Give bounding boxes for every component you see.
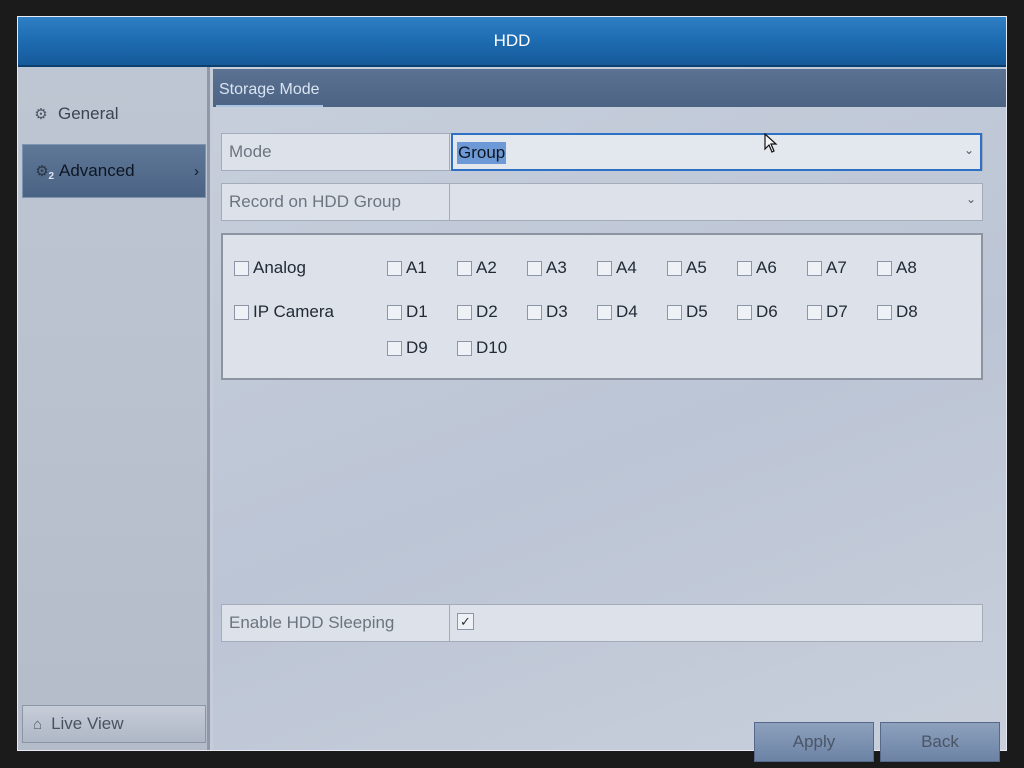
channel-D1-checkbox[interactable]: D1 bbox=[387, 302, 428, 322]
gear-icon: ⚙ bbox=[34, 106, 48, 123]
channel-A1-checkbox[interactable]: A1 bbox=[387, 258, 427, 278]
channel-D3-checkbox[interactable]: D3 bbox=[527, 302, 568, 322]
channel-label: A3 bbox=[546, 258, 567, 277]
tab-strip: Storage Mode bbox=[213, 69, 1006, 107]
window-title: HDD bbox=[18, 17, 1006, 67]
channel-label: A7 bbox=[826, 258, 847, 277]
checkbox-box bbox=[807, 304, 822, 320]
record-group-select[interactable]: ⌄ bbox=[451, 184, 982, 220]
channel-D4-checkbox[interactable]: D4 bbox=[597, 302, 638, 322]
chevron-down-icon: ⌄ bbox=[963, 143, 974, 157]
sleeping-field: ✓ bbox=[451, 605, 982, 641]
channel-selection-box: Analog A1 A2 A3 A4 A5 A6 A7 A8 IP Camera… bbox=[221, 233, 983, 380]
sidebar-item-label: General bbox=[58, 104, 119, 123]
checkbox-box bbox=[457, 304, 472, 320]
channel-label: D6 bbox=[756, 302, 778, 321]
sidebar-item-advanced[interactable]: ⚙ 2 Advanced › bbox=[22, 144, 206, 198]
record-group-label: Record on HDD Group bbox=[222, 184, 450, 220]
channel-label: D9 bbox=[406, 338, 428, 357]
ip-camera-label: IP Camera bbox=[253, 302, 334, 321]
advanced-badge: 2 bbox=[48, 171, 54, 182]
channel-A3-checkbox[interactable]: A3 bbox=[527, 258, 567, 278]
checkbox-box bbox=[234, 304, 249, 320]
back-button[interactable]: Back bbox=[880, 722, 1000, 762]
checkbox-box bbox=[597, 260, 612, 276]
channel-A8-checkbox[interactable]: A8 bbox=[877, 258, 917, 278]
channel-label: D7 bbox=[826, 302, 848, 321]
apply-button[interactable]: Apply bbox=[754, 722, 874, 762]
sleeping-row: Enable HDD Sleeping ✓ bbox=[221, 604, 983, 642]
channel-A6-checkbox[interactable]: A6 bbox=[737, 258, 777, 278]
channel-D6-checkbox[interactable]: D6 bbox=[737, 302, 778, 322]
channel-D9-checkbox[interactable]: D9 bbox=[387, 338, 428, 358]
channel-label: D2 bbox=[476, 302, 498, 321]
checkbox-box bbox=[387, 304, 402, 320]
mode-row: Mode Group ⌄ bbox=[221, 133, 983, 171]
checkbox-box bbox=[667, 260, 682, 276]
channel-label: A2 bbox=[476, 258, 497, 277]
channel-label: D5 bbox=[686, 302, 708, 321]
channel-label: A1 bbox=[406, 258, 427, 277]
channel-A4-checkbox[interactable]: A4 bbox=[597, 258, 637, 278]
channel-label: D10 bbox=[476, 338, 508, 357]
channel-A7-checkbox[interactable]: A7 bbox=[807, 258, 847, 278]
checkbox-box bbox=[597, 304, 612, 320]
channel-label: D1 bbox=[406, 302, 428, 321]
mode-value: Group bbox=[457, 142, 507, 164]
checkbox-box bbox=[387, 340, 402, 356]
checkbox-box bbox=[527, 260, 542, 276]
tab-storage-mode[interactable]: Storage Mode bbox=[216, 77, 323, 107]
channel-label: A8 bbox=[896, 258, 917, 277]
chevron-right-icon: › bbox=[194, 162, 199, 180]
mouse-cursor-icon bbox=[764, 133, 778, 153]
home-icon: ⌂ bbox=[33, 715, 43, 733]
sleeping-checkbox[interactable]: ✓ bbox=[457, 613, 474, 630]
sidebar-item-general[interactable]: ⚙ General bbox=[22, 87, 206, 141]
live-view-label: Live View bbox=[51, 714, 124, 733]
checkbox-box bbox=[667, 304, 682, 320]
sidebar-item-label: Advanced bbox=[59, 161, 135, 180]
channel-A5-checkbox[interactable]: A5 bbox=[667, 258, 707, 278]
checkbox-box bbox=[387, 260, 402, 276]
chevron-down-icon: ⌄ bbox=[965, 192, 976, 206]
ip-camera-checkbox[interactable]: IP Camera bbox=[234, 302, 334, 322]
checkbox-box bbox=[457, 340, 472, 356]
checkbox-box bbox=[737, 260, 752, 276]
channel-label: D4 bbox=[616, 302, 638, 321]
sidebar: ⚙ General ⚙ 2 Advanced › ⌂ Live View bbox=[18, 67, 210, 750]
channel-label: A6 bbox=[756, 258, 777, 277]
record-group-row: Record on HDD Group ⌄ bbox=[221, 183, 983, 221]
channel-label: D8 bbox=[896, 302, 918, 321]
channel-label: D3 bbox=[546, 302, 568, 321]
hdd-window: HDD ⚙ General ⚙ 2 Advanced › ⌂ Live View … bbox=[17, 16, 1007, 762]
mode-select[interactable]: Group ⌄ bbox=[451, 133, 982, 171]
checkbox-box bbox=[737, 304, 752, 320]
checkbox-box bbox=[234, 260, 249, 276]
channel-A2-checkbox[interactable]: A2 bbox=[457, 258, 497, 278]
channel-D2-checkbox[interactable]: D2 bbox=[457, 302, 498, 322]
checkbox-box bbox=[457, 260, 472, 276]
checkbox-box bbox=[807, 260, 822, 276]
channel-D10-checkbox[interactable]: D10 bbox=[457, 338, 507, 358]
live-view-button[interactable]: ⌂ Live View bbox=[22, 705, 206, 743]
channel-D8-checkbox[interactable]: D8 bbox=[877, 302, 918, 322]
analog-checkbox[interactable]: Analog bbox=[234, 258, 306, 278]
checkbox-box bbox=[877, 304, 892, 320]
channel-D5-checkbox[interactable]: D5 bbox=[667, 302, 708, 322]
mode-label: Mode bbox=[222, 134, 450, 170]
analog-label: Analog bbox=[253, 258, 306, 277]
checkbox-box bbox=[527, 304, 542, 320]
content-panel: Storage Mode Mode Group ⌄ Record on HDD … bbox=[213, 67, 1006, 762]
checkbox-box bbox=[877, 260, 892, 276]
sleeping-label: Enable HDD Sleeping bbox=[222, 605, 450, 641]
channel-label: A4 bbox=[616, 258, 637, 277]
channel-D7-checkbox[interactable]: D7 bbox=[807, 302, 848, 322]
gear-icon: ⚙ 2 bbox=[35, 163, 54, 182]
channel-label: A5 bbox=[686, 258, 707, 277]
